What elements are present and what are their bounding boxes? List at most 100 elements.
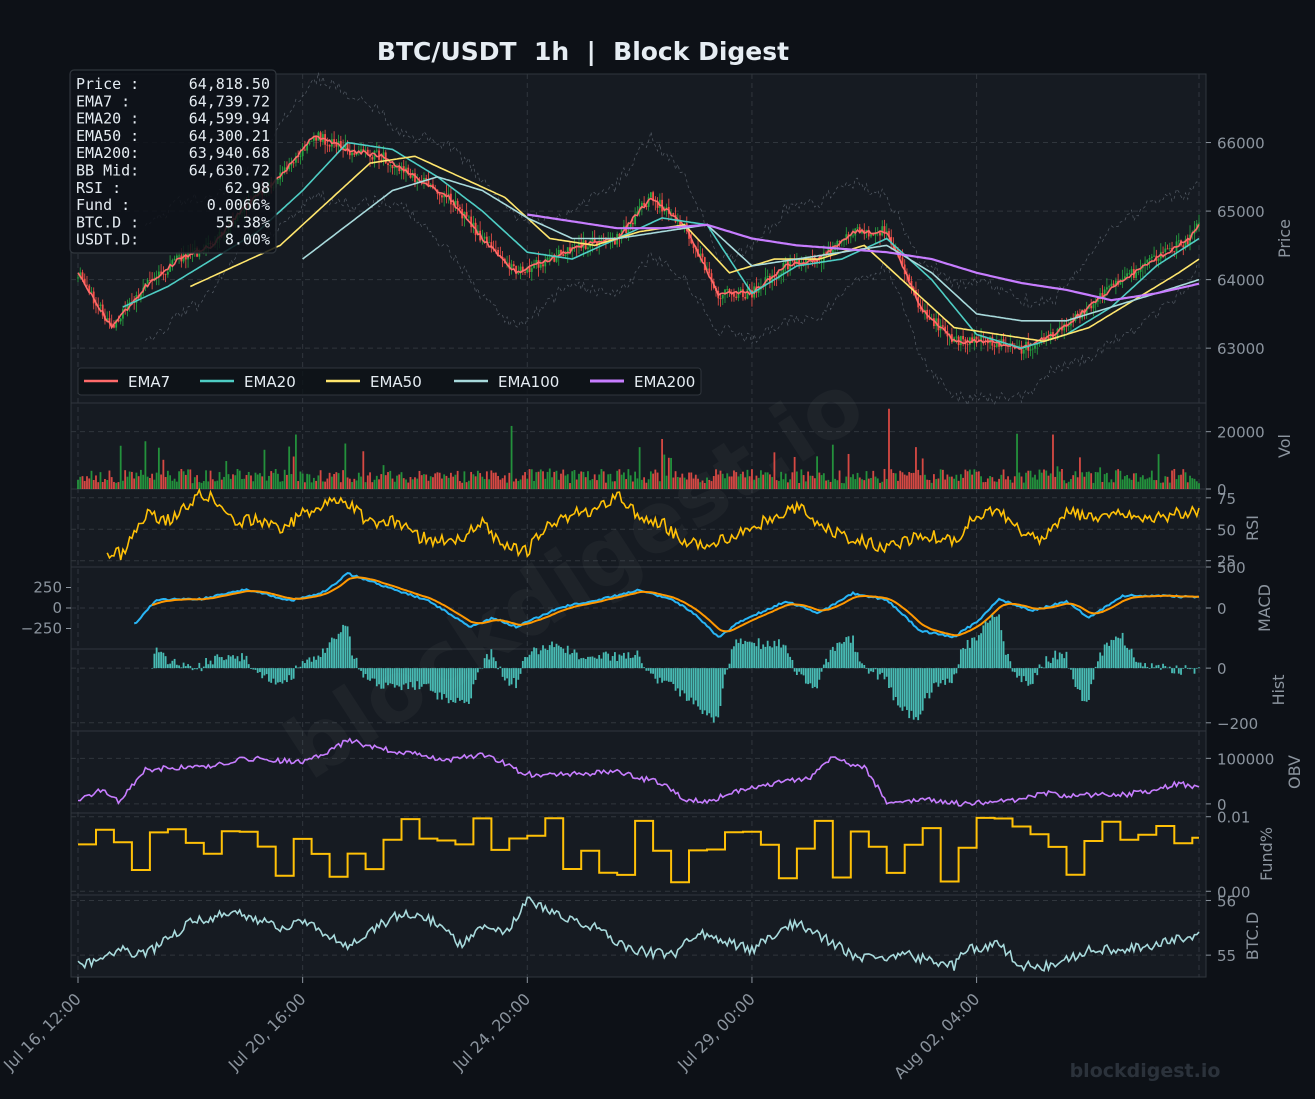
volume-bar: [81, 476, 84, 489]
hist-bar: [1112, 640, 1115, 669]
hist-bar: [533, 647, 535, 669]
volume-bar: [557, 479, 560, 489]
footer-brand: blockdigest.io: [1070, 1060, 1221, 1082]
volume-bar: [263, 449, 266, 489]
x-tick-label: Jul 20, 16:00: [224, 989, 310, 1075]
hist-bar: [578, 659, 580, 669]
volume-bar: [546, 471, 549, 489]
hist-bar: [1054, 650, 1057, 669]
volume-bar: [225, 461, 228, 489]
volume-bar: [620, 474, 623, 489]
candle-body: [456, 200, 459, 208]
hist-bar: [948, 668, 951, 683]
hist-bar: [351, 655, 353, 669]
volume-bar: [1121, 479, 1124, 489]
hist-bar: [724, 668, 726, 675]
hist-bar: [813, 668, 816, 687]
hist-bar: [180, 667, 183, 669]
hist-bar: [423, 668, 425, 685]
hist-bar: [483, 658, 486, 669]
hist-bar: [1034, 668, 1036, 673]
volume-bar: [827, 479, 830, 489]
volume-bar: [1092, 482, 1095, 489]
hist-bar: [636, 650, 639, 669]
volume-bar: [575, 479, 578, 489]
hist-bar: [281, 668, 284, 684]
candle-body: [524, 272, 526, 273]
volume-bar: [1052, 434, 1054, 489]
volume-bar: [384, 475, 387, 489]
hist-bar: [1164, 666, 1167, 669]
hist-bar: [587, 656, 589, 669]
hist-bar: [1056, 659, 1059, 669]
candle-body: [1148, 258, 1151, 260]
candle-body: [351, 152, 353, 156]
volume-bar: [847, 453, 850, 489]
volume-bar: [382, 465, 385, 489]
volume-bar: [292, 456, 295, 489]
volume-bar: [164, 477, 167, 489]
candle-body: [744, 296, 747, 299]
volume-bar: [957, 480, 960, 489]
y-tick-label-left-macd: −250: [21, 620, 62, 638]
volume-bar: [638, 447, 641, 489]
volume-bar: [1180, 474, 1182, 489]
info-value: 64,599.94: [189, 110, 270, 128]
volume-bar: [128, 471, 131, 489]
volume-bar: [753, 479, 756, 489]
hist-bar: [1081, 668, 1084, 701]
hist-bar: [465, 668, 468, 702]
volume-bar: [351, 482, 353, 489]
volume-bar: [1070, 478, 1072, 489]
y-tick-label-price: 66000: [1217, 135, 1265, 153]
volume-bar: [274, 469, 277, 489]
volume-bar: [299, 471, 302, 489]
hist-bar: [308, 657, 311, 669]
volume-bar: [425, 474, 428, 489]
volume-bar: [398, 474, 401, 489]
hist-bar: [809, 668, 812, 684]
volume-bar: [281, 481, 284, 489]
hist-bar: [822, 664, 825, 669]
volume-bar: [818, 472, 821, 489]
volume-bar: [966, 471, 969, 489]
hist-bar: [820, 668, 823, 672]
volume-bar: [1090, 473, 1093, 489]
hist-bar: [1094, 666, 1097, 669]
y-tick-label-hist: 0: [1217, 660, 1227, 678]
candle-body: [467, 216, 470, 218]
hist-bar: [973, 637, 976, 669]
volume-bar: [771, 477, 774, 489]
hist-bar: [1168, 666, 1171, 669]
hist-bar: [362, 668, 365, 678]
hist-bar: [438, 668, 441, 693]
volume-bar: [193, 477, 196, 489]
volume-bar: [658, 481, 661, 489]
hist-bar: [638, 656, 641, 669]
volume-bar: [254, 472, 257, 489]
hist-bar: [241, 653, 243, 669]
candle-body: [1031, 348, 1034, 350]
hist-bar: [928, 668, 931, 699]
candle-body: [856, 227, 859, 229]
hist-bar: [299, 666, 302, 669]
volume-bar: [1079, 457, 1081, 489]
volume-bar: [674, 471, 677, 489]
hist-bar: [178, 665, 180, 669]
volume-bar: [977, 471, 980, 489]
hist-bar: [310, 661, 313, 669]
volume-bar: [303, 482, 306, 489]
volume-bar: [90, 470, 93, 489]
volume-bar: [286, 474, 288, 489]
candle-body: [872, 234, 875, 236]
volume-bar: [809, 475, 812, 489]
volume-bar: [346, 477, 349, 489]
hist-bar: [829, 649, 832, 669]
y-tick-label-macd: 500: [1217, 559, 1246, 577]
hist-bar: [488, 659, 491, 669]
hist-bar: [1067, 668, 1070, 669]
hist-bar: [173, 658, 176, 669]
candle-body: [1146, 259, 1149, 263]
volume-bar: [811, 475, 814, 489]
hist-bar: [378, 668, 380, 685]
